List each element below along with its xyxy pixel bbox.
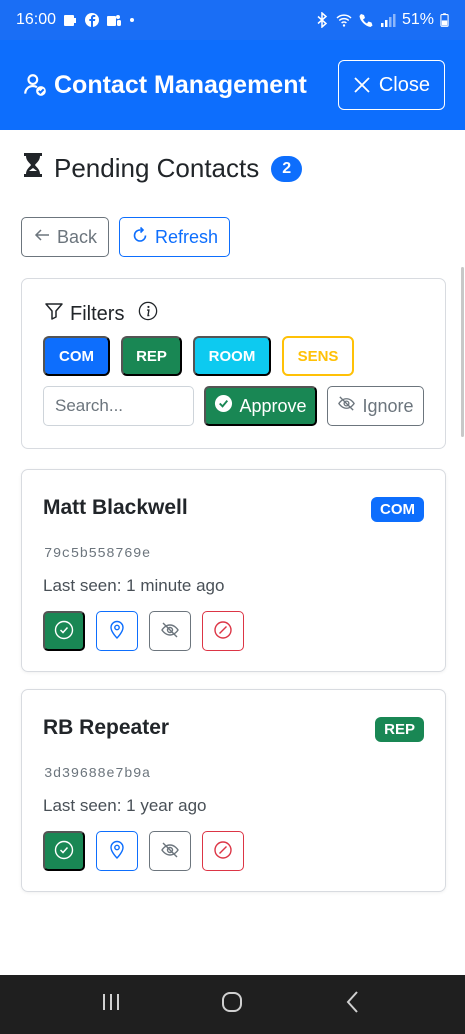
close-button[interactable]: Close [337, 60, 445, 110]
contact-card: RB Repeater REP 3d39688e7b9a Last seen: … [21, 689, 446, 892]
pending-count-badge: 2 [271, 155, 303, 182]
close-button-label: Close [378, 73, 430, 96]
ignore-contact-button[interactable] [149, 831, 191, 871]
contact-name: Matt Blackwell [43, 496, 188, 519]
filter-chip-rep[interactable]: REP [121, 336, 182, 376]
back-nav-icon[interactable] [341, 989, 367, 1020]
contact-actions [43, 611, 244, 651]
refresh-button[interactable]: Refresh [119, 217, 231, 257]
block-icon [213, 620, 233, 643]
battery-level: 51% [401, 11, 434, 28]
check-circle-icon [214, 394, 233, 418]
ignore-all-label: Ignore [362, 395, 414, 416]
user-check-icon [22, 72, 48, 98]
approve-all-button[interactable]: Approve [204, 386, 317, 426]
approve-contact-button[interactable] [43, 831, 85, 871]
close-x-icon [353, 76, 371, 94]
ignore-all-button[interactable]: Ignore [327, 386, 424, 426]
approve-all-label: Approve [239, 395, 307, 416]
battery-icon [440, 12, 449, 28]
dot-icon [128, 16, 136, 24]
locate-contact-button[interactable] [96, 611, 138, 651]
contact-id: 3d39688e7b9a [44, 766, 151, 782]
search-input[interactable] [43, 386, 194, 426]
check-circle-icon [54, 840, 74, 863]
map-pin-icon [107, 840, 127, 863]
contact-id: 79c5b558769e [44, 546, 151, 562]
scrollbar[interactable] [461, 267, 464, 437]
contact-type-badge: REP [375, 717, 424, 742]
signal-icon [380, 12, 396, 28]
type-filter-chips: COM REP ROOM SENS [43, 336, 354, 376]
check-circle-icon [54, 620, 74, 643]
status-bar: 16:00 51% [0, 0, 465, 40]
contact-last-seen: Last seen: 1 minute ago [43, 576, 225, 595]
top-actions: Back Refresh [21, 217, 231, 257]
info-icon[interactable] [130, 301, 158, 327]
locate-contact-button[interactable] [96, 831, 138, 871]
sim-card-icon [62, 12, 78, 28]
app-header: Contact Management Close [0, 40, 465, 130]
filter-chip-sens[interactable]: SENS [282, 336, 354, 376]
teams-icon [106, 12, 122, 28]
system-nav-bar [0, 975, 465, 1034]
facebook-icon [84, 12, 100, 28]
block-icon [213, 840, 233, 863]
recent-apps-icon[interactable] [98, 989, 124, 1020]
filters-panel: Filters COM REP ROOM SENS Approve [21, 278, 446, 449]
app-title: Contact Management [22, 71, 307, 100]
call-icon [358, 12, 374, 28]
wifi-icon [336, 12, 352, 28]
contact-card: Matt Blackwell COM 79c5b558769e Last see… [21, 469, 446, 672]
approve-contact-button[interactable] [43, 611, 85, 651]
filter-chip-com[interactable]: COM [43, 336, 110, 376]
map-pin-icon [107, 620, 127, 643]
page-title: Pending Contacts 2 [22, 152, 303, 185]
contact-name: RB Repeater [43, 716, 170, 739]
status-time: 16:00 [16, 11, 57, 28]
contact-actions [43, 831, 244, 871]
refresh-button-label: Refresh [155, 226, 219, 247]
home-icon[interactable] [219, 989, 245, 1020]
contact-type-badge: COM [371, 497, 424, 522]
funnel-icon [44, 301, 64, 327]
app-title-text: Contact Management [54, 70, 307, 99]
contact-last-seen: Last seen: 1 year ago [43, 796, 207, 815]
bluetooth-icon [314, 12, 330, 28]
eye-slash-icon [337, 394, 356, 418]
back-button-label: Back [57, 226, 98, 247]
filters-header: Filters [44, 301, 158, 327]
filters-title: Filters [70, 302, 125, 325]
page-title-text: Pending Contacts [54, 153, 260, 183]
block-contact-button[interactable] [202, 611, 244, 651]
refresh-icon [131, 226, 149, 249]
ignore-contact-button[interactable] [149, 611, 191, 651]
filter-actions: Approve Ignore [43, 386, 424, 426]
arrow-left-icon [33, 226, 51, 249]
hourglass-icon [22, 152, 44, 185]
back-button[interactable]: Back [21, 217, 110, 257]
filter-chip-room[interactable]: ROOM [193, 336, 271, 376]
eye-slash-icon [160, 620, 180, 643]
block-contact-button[interactable] [202, 831, 244, 871]
eye-slash-icon [160, 840, 180, 863]
